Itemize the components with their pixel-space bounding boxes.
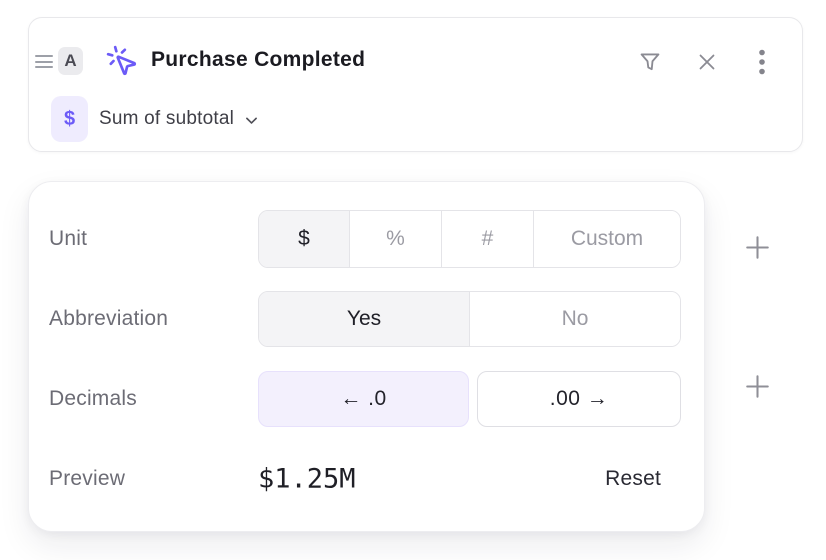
chevron-down-icon — [243, 112, 260, 129]
decimals-decrease-button[interactable]: ← .0 — [258, 371, 469, 427]
add-button-top[interactable] — [743, 233, 772, 262]
decimals-label: Decimals — [49, 387, 137, 411]
close-icon[interactable] — [693, 48, 721, 76]
plus-icon — [743, 233, 772, 262]
drag-handle-icon[interactable] — [35, 55, 53, 68]
preview-label: Preview — [49, 467, 125, 491]
abbreviation-option-no[interactable]: No — [469, 292, 680, 346]
format-panel: Unit $ % # Custom Abbreviation Yes No De… — [28, 181, 705, 532]
metric-format-screen: A Purchase Completed — [0, 0, 826, 560]
preview-value: $1.25M — [258, 464, 356, 495]
event-card-actions — [636, 46, 771, 78]
unit-option-number[interactable]: # — [441, 211, 533, 267]
abbreviation-segmented-control: Yes No — [258, 291, 681, 347]
add-button-bottom[interactable] — [743, 372, 772, 401]
abbreviation-option-yes[interactable]: Yes — [259, 292, 469, 346]
abbreviation-label: Abbreviation — [49, 307, 168, 331]
filter-icon[interactable] — [636, 48, 664, 76]
unit-segmented-control: $ % # Custom — [258, 210, 681, 268]
currency-symbol: $ — [64, 108, 75, 131]
event-card: A Purchase Completed — [28, 17, 803, 152]
event-title[interactable]: Purchase Completed — [151, 48, 365, 72]
unit-option-percent[interactable]: % — [349, 211, 441, 267]
event-series-badge: A — [58, 47, 83, 75]
reset-button[interactable]: Reset — [605, 467, 661, 491]
currency-badge: $ — [51, 96, 88, 142]
unit-option-custom[interactable]: Custom — [533, 211, 680, 267]
decimals-increase-button[interactable]: .00 → — [477, 371, 681, 427]
metric-row: $ Sum of subtotal — [51, 96, 260, 142]
plus-icon — [743, 372, 772, 401]
metric-dropdown-label: Sum of subtotal — [99, 108, 234, 130]
mouse-pointer-click-icon — [103, 42, 140, 79]
unit-label: Unit — [49, 227, 87, 251]
more-options-icon[interactable] — [753, 48, 771, 76]
unit-option-dollar[interactable]: $ — [259, 211, 349, 267]
metric-dropdown[interactable]: Sum of subtotal — [99, 108, 260, 130]
